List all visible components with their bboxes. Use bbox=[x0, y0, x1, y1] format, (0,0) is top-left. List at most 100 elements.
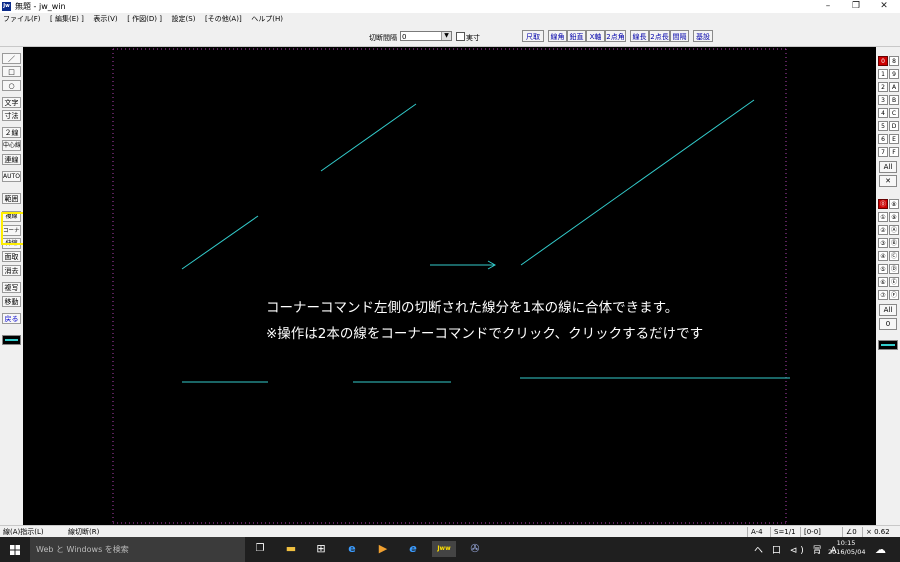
clock-date: 2016/05/04 bbox=[828, 548, 866, 556]
tool-move[interactable]: 移動 bbox=[2, 296, 21, 307]
tool-rectangle[interactable]: □ bbox=[2, 66, 21, 77]
tool-undo[interactable]: 戻る bbox=[2, 313, 21, 324]
diagonal-segment-lower bbox=[181, 215, 259, 270]
tool-range[interactable]: 範囲 bbox=[2, 193, 21, 204]
canvas-caption: コーナーコマンド左側の切断された線分を1本の線に合体できます。 ※操作は2本の線… bbox=[266, 295, 703, 347]
diagonal-segment-upper bbox=[320, 103, 417, 172]
layer-c[interactable]: Ⓒ bbox=[889, 251, 899, 261]
layer-group-1[interactable]: 1 bbox=[878, 69, 888, 79]
layer-5[interactable]: ⑤ bbox=[878, 264, 888, 274]
layer-all-button[interactable]: All bbox=[879, 304, 897, 316]
layer-group-cross-button[interactable]: ✕ bbox=[879, 175, 897, 187]
layer-d[interactable]: Ⓓ bbox=[889, 264, 899, 274]
tool-chamfer[interactable]: 面取 bbox=[2, 251, 21, 262]
layer-4[interactable]: ④ bbox=[878, 251, 888, 261]
tool-vertical-button[interactable]: 鉛直 bbox=[567, 30, 586, 42]
layer-group-8[interactable]: 8 bbox=[889, 56, 899, 66]
layer-group-b[interactable]: B bbox=[889, 95, 899, 105]
minimize-button[interactable]: – bbox=[814, 0, 842, 13]
layer-group-4[interactable]: 4 bbox=[878, 108, 888, 118]
menu-help[interactable]: ヘルプ(H) bbox=[251, 13, 283, 25]
jw-cad-taskbar-icon[interactable]: Jww bbox=[432, 541, 456, 557]
layer-zero-button[interactable]: 0 bbox=[879, 318, 897, 330]
tool-dimension[interactable]: 寸法 bbox=[2, 110, 21, 121]
clock-time: 10:15 bbox=[836, 539, 856, 547]
line-style-swatch[interactable] bbox=[2, 335, 21, 345]
status-layer[interactable]: [0-0] bbox=[800, 527, 821, 537]
status-scale[interactable]: S=1/1 bbox=[770, 527, 796, 537]
file-explorer-icon[interactable]: ▬ bbox=[283, 541, 299, 557]
app-taskbar-icon[interactable]: ✇ bbox=[467, 541, 483, 557]
tool-line-angle-button[interactable]: 線角 bbox=[548, 30, 567, 42]
layer-6[interactable]: ⑥ bbox=[878, 277, 888, 287]
layer-7[interactable]: ⑦ bbox=[878, 290, 888, 300]
layer-group-0[interactable]: 0 bbox=[878, 56, 888, 66]
tool-erase[interactable]: 消去 bbox=[2, 265, 21, 276]
taskbar-clock[interactable]: 10:15 2016/05/04 bbox=[828, 539, 866, 557]
canvas-drawing bbox=[112, 48, 790, 524]
cut-interval-select[interactable]: 0 ▼ bbox=[400, 31, 452, 41]
tool-line[interactable]: ／ bbox=[2, 53, 21, 64]
tool-double-line[interactable]: ２線 bbox=[2, 127, 21, 138]
tool-circle[interactable]: ○ bbox=[2, 80, 21, 91]
layer-f[interactable]: Ⓕ bbox=[889, 290, 899, 300]
layer-group-f[interactable]: F bbox=[889, 147, 899, 157]
menu-other[interactable]: [その他(A)] bbox=[205, 13, 242, 25]
tool-copy[interactable]: 複写 bbox=[2, 282, 21, 293]
close-button[interactable]: ✕ bbox=[870, 0, 898, 13]
restore-button[interactable]: ❐ bbox=[842, 0, 870, 13]
status-zoom[interactable]: × 0.62 bbox=[862, 527, 890, 537]
tool-interval-button[interactable]: 間隔 bbox=[670, 30, 689, 42]
layer-group-d[interactable]: D bbox=[889, 121, 899, 131]
layer-group-7[interactable]: 7 bbox=[878, 147, 888, 157]
right-line-style-swatch[interactable] bbox=[878, 340, 898, 350]
menu-file[interactable]: ファイル(F) bbox=[3, 13, 41, 25]
tool-x-axis-button[interactable]: X軸 bbox=[586, 30, 605, 42]
layer-group-3[interactable]: 3 bbox=[878, 95, 888, 105]
layer-group-c[interactable]: C bbox=[889, 108, 899, 118]
tool-measure-button[interactable]: 尺取 bbox=[522, 30, 544, 42]
layer-group-all-button[interactable]: All bbox=[879, 161, 897, 173]
layer-group-6[interactable]: 6 bbox=[878, 134, 888, 144]
taskbar-search-input[interactable]: Web と Windows を検索 bbox=[30, 537, 245, 562]
status-angle[interactable]: ∠0 bbox=[842, 527, 857, 537]
layer-2[interactable]: ② bbox=[878, 225, 888, 235]
system-tray-icons[interactable]: ヘ 口 ⊲) 冐 A bbox=[754, 543, 840, 556]
layer-3[interactable]: ③ bbox=[878, 238, 888, 248]
menu-edit[interactable]: [ 編集(E) ] bbox=[50, 13, 84, 25]
tool-2pt-angle-button[interactable]: 2点角 bbox=[605, 30, 626, 42]
drawing-canvas[interactable] bbox=[23, 47, 876, 525]
layer-0[interactable]: ⓪ bbox=[878, 199, 888, 209]
layer-e[interactable]: Ⓔ bbox=[889, 277, 899, 287]
tool-auto[interactable]: AUTO bbox=[2, 171, 21, 182]
media-player-icon[interactable]: ▶ bbox=[375, 541, 391, 557]
tool-text[interactable]: 文字 bbox=[2, 97, 21, 108]
internet-explorer-icon[interactable]: e bbox=[405, 541, 421, 557]
real-size-checkbox[interactable] bbox=[456, 32, 465, 41]
app-icon[interactable]: Jw bbox=[2, 2, 11, 11]
layer-group-2[interactable]: 2 bbox=[878, 82, 888, 92]
layer-1[interactable]: ① bbox=[878, 212, 888, 222]
store-icon[interactable]: ⊞ bbox=[313, 541, 329, 557]
menu-settings[interactable]: 設定(S) bbox=[172, 13, 196, 25]
notification-center-icon[interactable]: ☁ bbox=[875, 543, 886, 556]
layer-8[interactable]: ⑧ bbox=[889, 199, 899, 209]
tool-base-set-button[interactable]: 基設 bbox=[693, 30, 713, 42]
layer-a[interactable]: Ⓐ bbox=[889, 225, 899, 235]
layer-b[interactable]: Ⓑ bbox=[889, 238, 899, 248]
edge-browser-icon[interactable]: e bbox=[344, 541, 360, 557]
layer-group-a[interactable]: A bbox=[889, 82, 899, 92]
layer-9[interactable]: ⑨ bbox=[889, 212, 899, 222]
status-paper-size[interactable]: A-4 bbox=[747, 527, 763, 537]
tool-center-line[interactable]: 中心線 bbox=[2, 140, 21, 151]
layer-group-9[interactable]: 9 bbox=[889, 69, 899, 79]
menu-view[interactable]: 表示(V) bbox=[93, 13, 117, 25]
tool-2pt-length-button[interactable]: 2点長 bbox=[649, 30, 670, 42]
chevron-down-icon[interactable]: ▼ bbox=[441, 32, 451, 40]
tool-line-length-button[interactable]: 線長 bbox=[630, 30, 649, 42]
tool-connect-line[interactable]: 連線 bbox=[2, 154, 21, 165]
layer-group-5[interactable]: 5 bbox=[878, 121, 888, 131]
task-view-icon[interactable]: ❐ bbox=[252, 541, 268, 557]
layer-group-e[interactable]: E bbox=[889, 134, 899, 144]
menu-draw[interactable]: [ 作図(D) ] bbox=[127, 13, 162, 25]
